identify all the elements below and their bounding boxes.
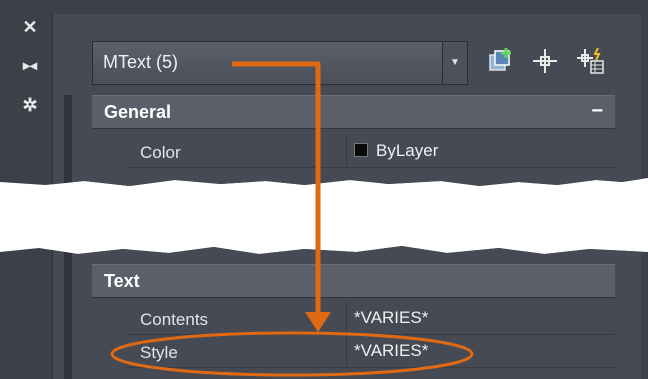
annotation-overlay <box>110 61 474 377</box>
arrow-head-icon <box>305 312 331 332</box>
properties-palette: ✕ ▸◂ ✲ MText (5) ▼ General − Color ByLay… <box>0 0 648 379</box>
highlight-ellipse <box>110 331 474 377</box>
callout-arrow <box>232 61 321 318</box>
